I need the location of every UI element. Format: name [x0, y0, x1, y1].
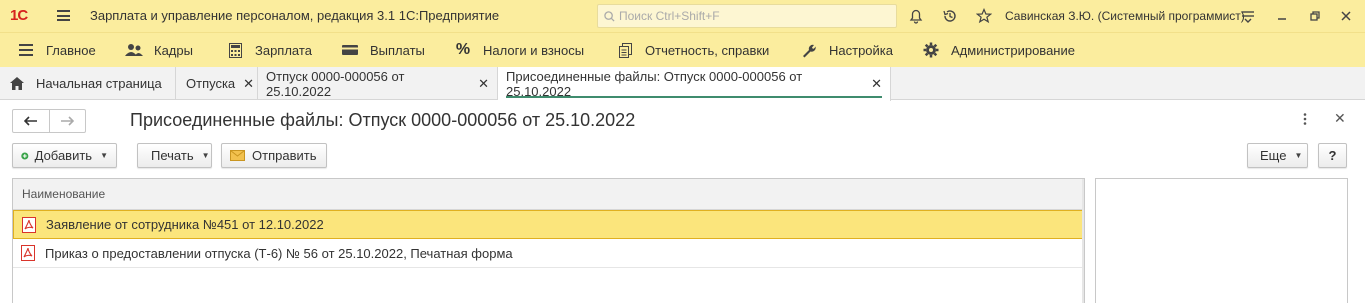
tab-label: Присоединенные файлы: Отпуск 0000-000056…: [506, 69, 803, 99]
section-reports[interactable]: Отчетность, справки: [616, 42, 769, 58]
main-menu-icon[interactable]: [57, 10, 70, 21]
app-title: Зарплата и управление персоналом, редакц…: [90, 8, 500, 23]
section-label: Администрирование: [951, 42, 1075, 58]
dropdown-caret-icon: ▼: [1294, 151, 1303, 160]
section-label: Зарплата: [255, 42, 312, 58]
section-payments[interactable]: Выплаты: [341, 42, 425, 58]
section-label: Налоги и взносы: [483, 42, 585, 58]
print-button[interactable]: Печать ▼: [137, 143, 212, 168]
home-icon: [10, 77, 24, 90]
add-button-label: Добавить: [34, 148, 93, 163]
percent-icon: %: [455, 41, 471, 58]
help-button[interactable]: ?: [1318, 143, 1347, 168]
tab-home[interactable]: Начальная страница: [0, 67, 176, 100]
add-circle-icon: [21, 151, 29, 160]
app-logo: 1С: [10, 7, 28, 24]
files-table: Наименование Заявление от сотрудника №45…: [12, 178, 1085, 303]
tab-label: Отпуск 0000-000056 от 25.10.2022: [266, 68, 405, 99]
more-button-label: Еще: [1260, 148, 1287, 163]
restore-icon[interactable]: [1306, 7, 1324, 25]
dropdown-caret-icon: ▼: [100, 151, 108, 160]
star-icon[interactable]: [975, 7, 993, 25]
section-label: Настройка: [829, 42, 893, 58]
print-button-label: Печать: [151, 148, 194, 163]
section-salary[interactable]: Зарплата: [226, 42, 312, 58]
gear-icon: [922, 42, 940, 58]
section-label: Кадры: [154, 42, 193, 58]
section-settings[interactable]: Настройка: [800, 42, 893, 58]
section-label: Отчетность, справки: [645, 42, 770, 58]
add-button[interactable]: Добавить ▼: [12, 143, 117, 168]
section-hr[interactable]: Кадры: [125, 42, 193, 58]
search-placeholder: Поиск Ctrl+Shift+F: [619, 9, 720, 23]
close-window-icon[interactable]: [1337, 7, 1355, 25]
section-label: Главное: [46, 42, 96, 58]
close-tab-icon[interactable]: ✕: [243, 76, 254, 92]
search-input[interactable]: Поиск Ctrl+Shift+F: [597, 4, 897, 28]
send-button[interactable]: Отправить: [221, 143, 327, 168]
file-preview-pane: [1095, 178, 1348, 303]
file-name: Заявление от сотрудника №451 от 12.10.20…: [46, 217, 324, 232]
table-row[interactable]: Приказ о предоставлении отпуска (Т-6) № …: [13, 239, 1084, 268]
forward-button[interactable]: [50, 110, 86, 132]
wrench-icon: [800, 42, 818, 58]
tab-label: Отпуска: [186, 76, 236, 91]
column-header-label: Наименование: [22, 187, 106, 201]
more-button[interactable]: Еще ▼: [1247, 143, 1308, 168]
close-tab-icon[interactable]: ✕: [871, 76, 882, 92]
table-row[interactable]: Заявление от сотрудника №451 от 12.10.20…: [13, 210, 1084, 239]
close-tab-icon[interactable]: ✕: [478, 76, 489, 92]
envelope-icon: [230, 150, 245, 161]
section-taxes[interactable]: % Налоги и взносы: [454, 41, 585, 58]
column-header-name[interactable]: Наименование: [13, 179, 1084, 210]
close-form-icon[interactable]: ✕: [1334, 110, 1346, 127]
calculator-icon: [226, 42, 244, 58]
navigation-buttons: [12, 109, 86, 133]
search-icon: [604, 10, 615, 22]
arrow-right-icon: [61, 116, 75, 126]
open-windows-bar: Начальная страница Отпуска ✕ Отпуск 0000…: [0, 67, 1365, 101]
settings-menu-icon[interactable]: [1239, 7, 1257, 25]
help-button-label: ?: [1328, 148, 1337, 163]
send-button-label: Отправить: [252, 148, 317, 163]
user-name[interactable]: Савинская З.Ю. (Системный программист): [1005, 9, 1245, 23]
file-name: Приказ о предоставлении отпуска (Т-6) № …: [45, 245, 513, 261]
menu-lines-icon: [17, 42, 35, 58]
wallet-icon: [341, 42, 359, 58]
sections-panel: Главное Кадры Зарплата Выплаты % Налоги …: [0, 32, 1365, 67]
documents-icon: [616, 42, 634, 58]
tab-label: Начальная страница: [36, 76, 162, 91]
pdf-file-icon: [22, 216, 36, 233]
minimize-icon[interactable]: [1273, 7, 1291, 25]
more-actions-icon[interactable]: [1303, 113, 1307, 128]
tab-attached-files[interactable]: Присоединенные файлы: Отпуск 0000-000056…: [498, 67, 891, 101]
pdf-file-icon: [21, 245, 35, 261]
history-icon[interactable]: [941, 7, 959, 25]
arrow-left-icon: [23, 116, 37, 126]
table-scrollbar[interactable]: [1082, 179, 1084, 303]
bell-icon[interactable]: [907, 7, 925, 25]
tab-vacation-doc[interactable]: Отпуск 0000-000056 от 25.10.2022 ✕: [258, 67, 498, 100]
tab-vacations[interactable]: Отпуска ✕: [176, 67, 258, 100]
section-main[interactable]: Главное: [17, 42, 96, 58]
section-label: Выплаты: [370, 42, 425, 58]
section-admin[interactable]: Администрирование: [922, 42, 1075, 58]
form-title: Присоединенные файлы: Отпуск 0000-000056…: [130, 110, 636, 130]
people-icon: [125, 42, 143, 58]
title-bar: 1С Зарплата и управление персоналом, ред…: [0, 0, 1365, 32]
dropdown-caret-icon: ▼: [201, 151, 210, 160]
back-button[interactable]: [13, 110, 50, 132]
